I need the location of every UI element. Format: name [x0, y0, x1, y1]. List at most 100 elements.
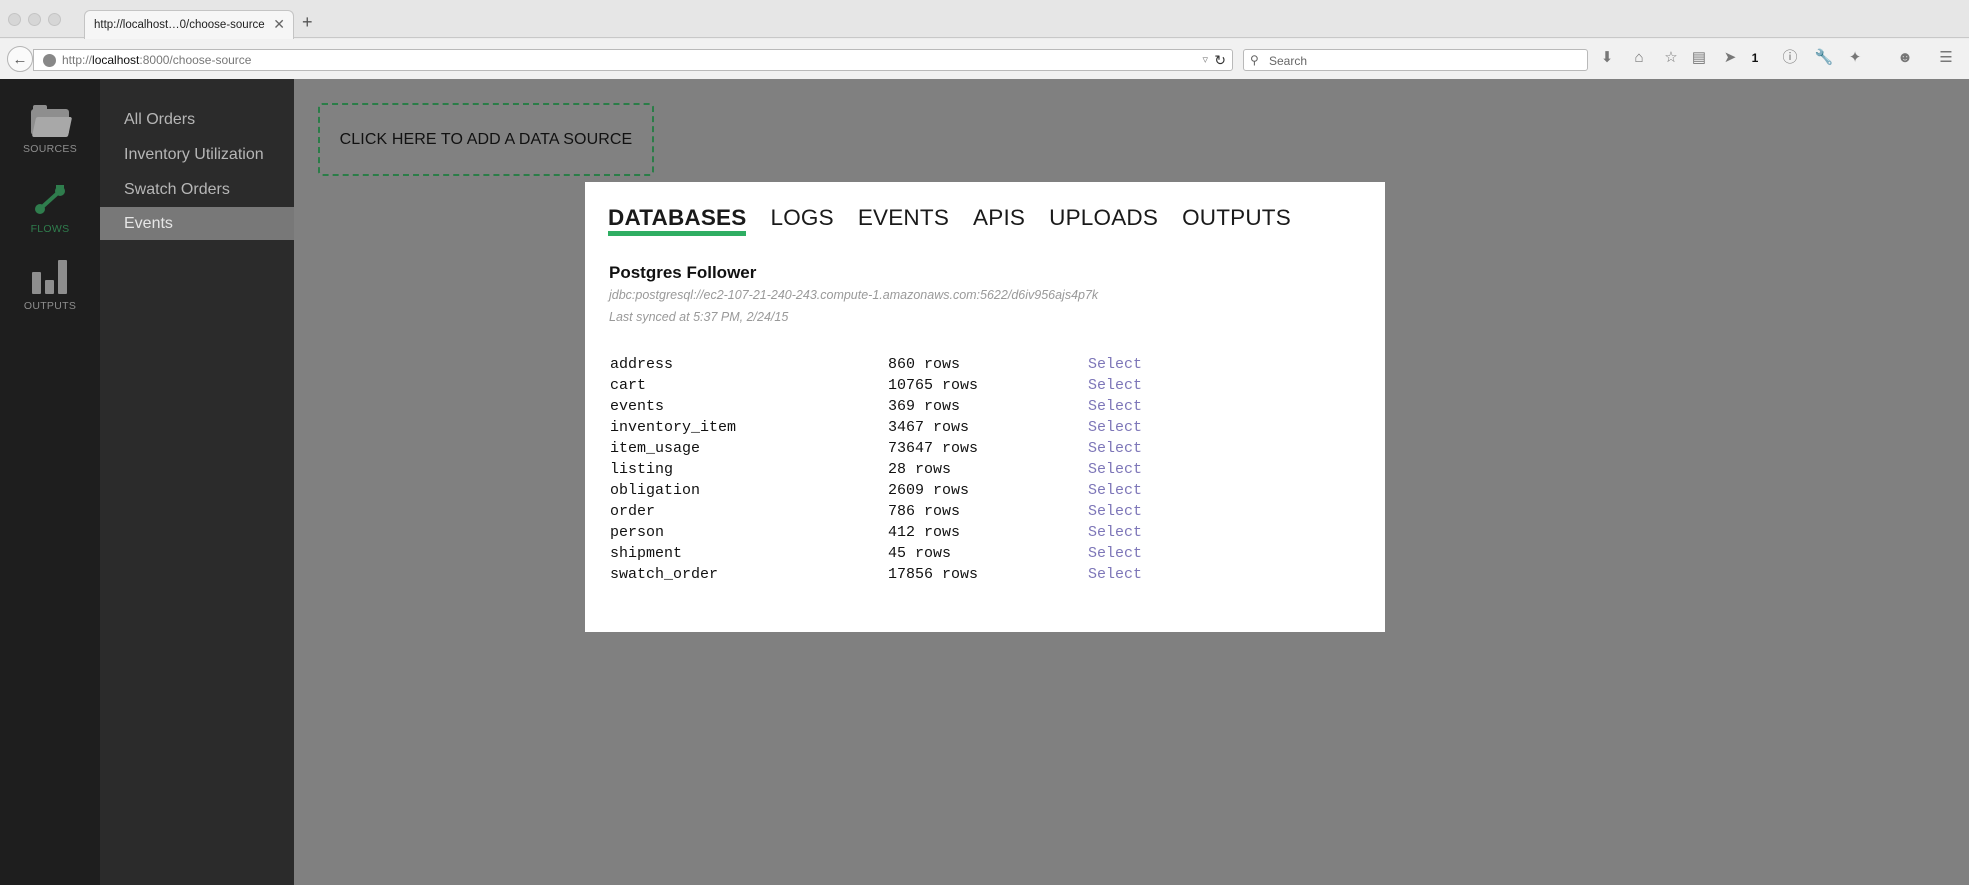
tab-databases[interactable]: DATABASES [608, 205, 747, 236]
table-row: cart 10765 rows Select [610, 375, 1170, 396]
row-count: 786 rows [888, 503, 961, 520]
select-link[interactable]: Select [1088, 396, 1142, 417]
table-row: events 369 rows Select [610, 396, 1170, 417]
table-name: shipment [610, 545, 683, 562]
folder-icon [31, 105, 73, 137]
row-count: 369 rows [888, 398, 961, 415]
row-count: 3467 rows [888, 419, 970, 436]
database-name: Postgres Follower [609, 263, 757, 282]
table-name: order [610, 503, 656, 520]
browser-chrome: http://localhost…0/choose-source ✕ + ← h… [0, 0, 1969, 79]
window-close-dot[interactable] [8, 13, 21, 26]
row-count: 412 rows [888, 524, 961, 541]
wrench-icon[interactable]: 🔧 [1814, 48, 1834, 68]
menu-icon[interactable]: ☰ [1936, 48, 1956, 68]
rail-label-outputs: OUTPUTS [23, 300, 77, 312]
tab-uploads[interactable]: UPLOADS [1049, 205, 1158, 236]
row-count: 17856 rows [888, 566, 979, 583]
table-name: swatch_order [610, 566, 719, 583]
tab-bar: http://localhost…0/choose-source ✕ + [0, 0, 1969, 39]
select-link[interactable]: Select [1088, 564, 1142, 585]
rail-label-sources: SOURCES [22, 143, 78, 155]
table-row: swatch_order 17856 rows Select [610, 564, 1170, 585]
row-count: 73647 rows [888, 440, 979, 457]
rail-label-flows: FLOWS [30, 223, 70, 235]
table-name: cart [610, 377, 647, 394]
table-row: inventory_item 3467 rows Select [610, 417, 1170, 438]
select-link[interactable]: Select [1088, 354, 1142, 375]
table-name: person [610, 524, 665, 541]
tab-events[interactable]: EVENTS [858, 205, 949, 236]
row-count: 28 rows [888, 461, 952, 478]
table-row: listing 28 rows Select [610, 459, 1170, 480]
select-link[interactable]: Select [1088, 480, 1142, 501]
table-row: obligation 2609 rows Select [610, 480, 1170, 501]
table-row: order 786 rows Select [610, 501, 1170, 522]
tab-counter-icon[interactable]: 1 [1745, 48, 1765, 68]
select-link[interactable]: Select [1088, 375, 1142, 396]
url-text: http://localhost:8000/choose-source [62, 53, 252, 67]
search-icon: ⚲ [1250, 53, 1259, 67]
select-link[interactable]: Select [1088, 438, 1142, 459]
table-name: address [610, 356, 674, 373]
bar-chart-icon [32, 260, 68, 294]
table-name: listing [610, 461, 674, 478]
globe-icon [43, 54, 56, 67]
rail-item-sources[interactable]: SOURCES [0, 105, 100, 155]
tab-apis[interactable]: APIS [973, 205, 1025, 236]
choose-source-modal: DATABASES LOGS EVENTS APIS UPLOADS OUTPU… [585, 182, 1385, 632]
close-icon[interactable]: ✕ [273, 16, 285, 33]
bookmark-star-icon[interactable]: ☆ [1661, 48, 1681, 68]
rail-item-outputs[interactable]: OUTPUTS [0, 260, 100, 312]
send-icon[interactable]: ➤ [1720, 48, 1740, 68]
dropdown-icon[interactable]: ▿ [1202, 53, 1208, 66]
table-row: address 860 rows Select [610, 354, 1170, 375]
reader-icon[interactable]: ▤ [1689, 48, 1709, 68]
browser-tab[interactable]: http://localhost…0/choose-source ✕ [84, 10, 294, 39]
sidebar-item-inventory-utilization[interactable]: Inventory Utilization [100, 138, 294, 171]
select-link[interactable]: Select [1088, 417, 1142, 438]
table-list: address 860 rows Select cart 10765 rows Selec… [610, 354, 1170, 585]
source-type-tabs: DATABASES LOGS EVENTS APIS UPLOADS OUTPU… [608, 205, 1315, 236]
window-zoom-dot[interactable] [48, 13, 61, 26]
tab-outputs[interactable]: OUTPUTS [1182, 205, 1291, 236]
select-link[interactable]: Select [1088, 522, 1142, 543]
rail-item-flows[interactable]: FLOWS [0, 183, 100, 235]
table-name: inventory_item [610, 419, 737, 436]
table-row: person 412 rows Select [610, 522, 1170, 543]
table-row: item_usage 73647 rows Select [610, 438, 1170, 459]
flows-icon [30, 183, 70, 217]
reload-icon[interactable]: ↻ [1214, 52, 1226, 69]
left-rail: SOURCES FLOWS OUTPUTS [0, 79, 100, 885]
home-icon[interactable]: ⌂ [1629, 48, 1649, 68]
url-bar[interactable]: http://localhost:8000/choose-source ▿ ↻ [33, 49, 1233, 71]
row-count: 45 rows [888, 545, 952, 562]
emoji-icon[interactable]: ☻ [1895, 48, 1915, 68]
sidebar-item-swatch-orders[interactable]: Swatch Orders [100, 173, 294, 206]
search-placeholder: Search [1269, 54, 1308, 68]
tab-logs[interactable]: LOGS [770, 205, 833, 236]
extension-icon[interactable]: ✦ [1845, 48, 1865, 68]
sidebar-item-events[interactable]: Events [100, 207, 294, 240]
row-count: 10765 rows [888, 377, 979, 394]
back-icon: ← [12, 50, 28, 68]
select-link[interactable]: Select [1088, 459, 1142, 480]
table-row: shipment 45 rows Select [610, 543, 1170, 564]
table-name: item_usage [610, 440, 701, 457]
back-button[interactable]: ← [7, 46, 33, 72]
new-tab-button[interactable]: + [302, 13, 313, 31]
table-name: obligation [610, 482, 701, 499]
select-link[interactable]: Select [1088, 501, 1142, 522]
database-url: jdbc:postgresql://ec2-107-21-240-243.com… [609, 288, 1099, 302]
window-minimize-dot[interactable] [28, 13, 41, 26]
table-name: events [610, 398, 665, 415]
search-input[interactable]: ⚲ Search [1243, 49, 1588, 71]
info-icon[interactable]: ⓘ [1780, 48, 1800, 68]
select-link[interactable]: Select [1088, 543, 1142, 564]
download-icon[interactable]: ⬇ [1597, 48, 1617, 68]
tab-title: http://localhost…0/choose-source [94, 19, 265, 31]
sidebar-item-all-orders[interactable]: All Orders [100, 103, 294, 136]
row-count: 860 rows [888, 356, 961, 373]
row-count: 2609 rows [888, 482, 970, 499]
add-data-source-button[interactable]: CLICK HERE TO ADD A DATA SOURCE [318, 103, 654, 176]
